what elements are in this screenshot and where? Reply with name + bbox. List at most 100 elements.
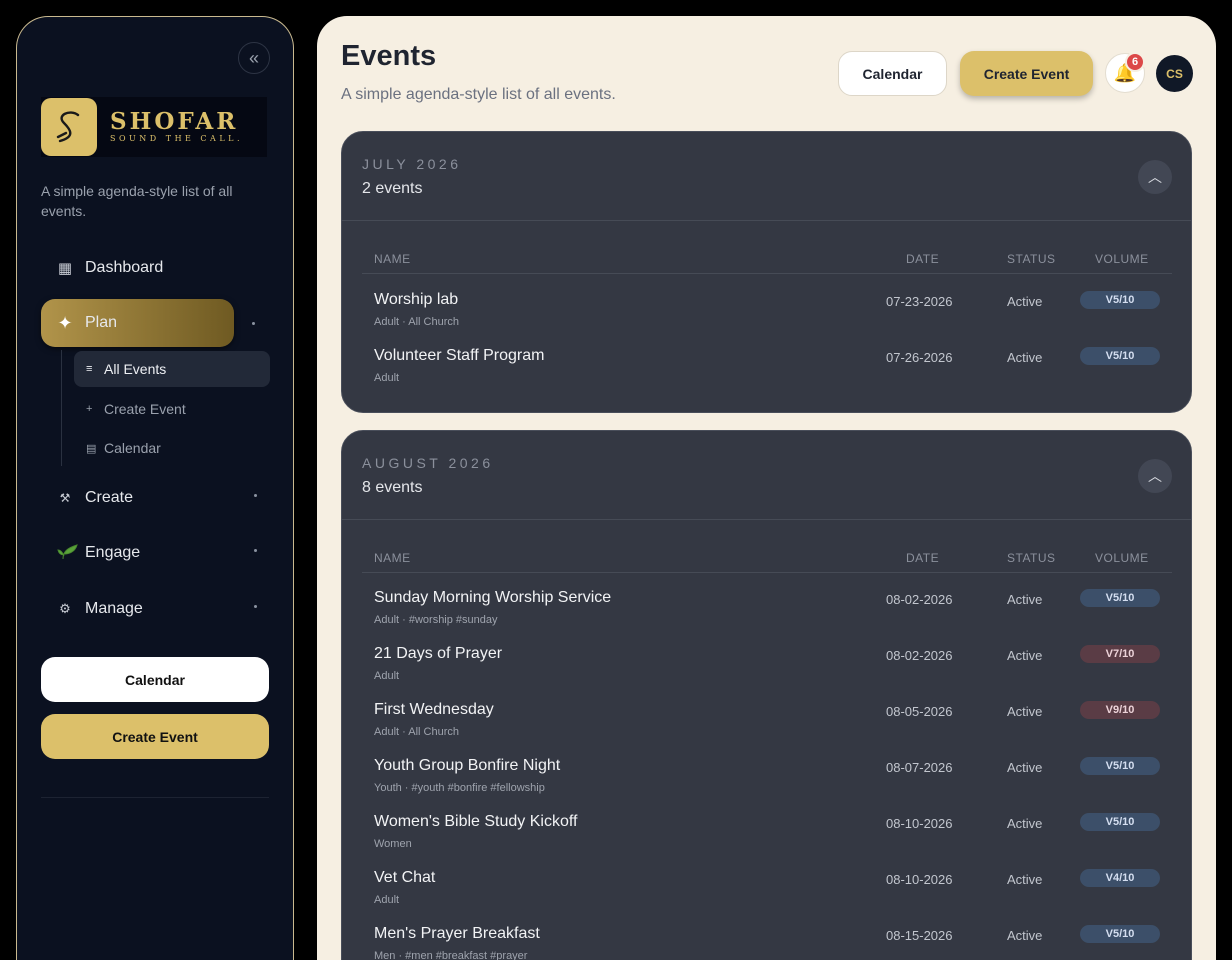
volume-badge: V7/10 — [1080, 645, 1160, 663]
gear-icon: ⚙ — [59, 601, 71, 616]
collapse-sidebar-button[interactable]: « — [238, 42, 270, 74]
event-status: Active — [1007, 872, 1043, 887]
chevron-up-icon: ︿ — [1148, 468, 1162, 484]
col-name: NAME — [374, 252, 411, 266]
expand-indicator-dot — [252, 322, 255, 325]
volume-badge: V5/10 — [1080, 589, 1160, 607]
calendar-icon: ▤ — [86, 442, 97, 455]
table-row[interactable]: Worship lab Adult · All Church 07-23-202… — [362, 291, 1172, 347]
sidebar-calendar-button[interactable]: Calendar — [41, 657, 269, 702]
month-group-july: JULY 2026 2 events ︿ NAME DATE STATUS VO… — [341, 131, 1192, 413]
sub-item-calendar[interactable]: ▤ Calendar — [74, 430, 270, 466]
month-group-header[interactable]: AUGUST 2026 8 events ︿ — [342, 431, 1191, 520]
event-status: Active — [1007, 350, 1043, 365]
volume-badge: V5/10 — [1080, 347, 1160, 365]
collapse-group-button[interactable]: ︿ — [1138, 160, 1172, 194]
nav-label: Plan — [85, 314, 118, 331]
event-meta: Adult — [374, 670, 400, 682]
grid-icon: ▦ — [57, 260, 73, 277]
nav-item-plan[interactable]: ✦ Plan — [41, 299, 234, 347]
header-calendar-button[interactable]: Calendar — [838, 51, 947, 96]
expand-indicator-dot — [254, 549, 257, 552]
event-count: 2 events — [362, 180, 423, 197]
volume-badge: V5/10 — [1080, 291, 1160, 309]
event-date: 08-07-2026 — [886, 760, 953, 775]
notification-count-badge: 6 — [1125, 52, 1145, 72]
event-date: 07-23-2026 — [886, 294, 953, 309]
expand-indicator-dot — [254, 494, 257, 497]
event-name: Worship lab — [374, 291, 459, 308]
brand-logo[interactable]: SHOFAR SOUND THE CALL. — [41, 97, 267, 157]
event-meta: Youth · #youth #bonfire #fellowship — [374, 782, 545, 794]
event-status: Active — [1007, 592, 1043, 607]
event-name: Volunteer Staff Program — [374, 347, 545, 364]
event-status: Active — [1007, 760, 1043, 775]
event-meta: Adult — [374, 894, 400, 906]
table-row[interactable]: First Wednesday Adult · All Church 08-05… — [362, 701, 1172, 757]
collapse-group-button[interactable]: ︿ — [1138, 459, 1172, 493]
event-date: 08-10-2026 — [886, 872, 953, 887]
nav-item-create[interactable]: ⚒ Create — [41, 474, 269, 522]
header-create-event-button[interactable]: Create Event — [960, 51, 1093, 96]
shofar-s-icon — [56, 111, 80, 143]
page-title: Events — [341, 40, 437, 72]
table-row[interactable]: Sunday Morning Worship Service Adult · #… — [362, 589, 1172, 645]
event-date: 07-26-2026 — [886, 350, 953, 365]
sidebar-subtitle: A simple agenda-style list of all events… — [41, 183, 233, 219]
col-status: STATUS — [1007, 551, 1056, 565]
double-chevron-left-icon: « — [248, 47, 259, 68]
col-volume: VOLUME — [1095, 252, 1149, 266]
brand-tagline: SOUND THE CALL. — [110, 134, 243, 143]
event-name: Vet Chat — [374, 869, 436, 886]
event-name: First Wednesday — [374, 701, 494, 718]
sparkle-icon: ✦ — [57, 312, 73, 333]
event-name: 21 Days of Prayer — [374, 645, 503, 662]
event-status: Active — [1007, 816, 1043, 831]
volume-badge: V5/10 — [1080, 813, 1160, 831]
brand-name: SHOFAR — [110, 108, 239, 135]
event-status: Active — [1007, 294, 1043, 309]
user-avatar[interactable]: CS — [1156, 55, 1193, 92]
month-group-header[interactable]: JULY 2026 2 events ︿ — [342, 132, 1191, 221]
event-date: 08-15-2026 — [886, 928, 953, 943]
nav-item-manage[interactable]: ⚙ Manage — [41, 585, 269, 633]
nav-label: Dashboard — [85, 259, 164, 276]
event-meta: Adult — [374, 372, 400, 384]
col-date: DATE — [906, 252, 940, 266]
event-meta: Adult · All Church — [374, 726, 459, 738]
event-name: Sunday Morning Worship Service — [374, 589, 612, 606]
plus-icon: + — [86, 403, 93, 415]
sub-item-all-events[interactable]: ≡ All Events — [74, 351, 270, 387]
event-status: Active — [1007, 648, 1043, 663]
event-meta: Men · #men #breakfast #prayer — [374, 950, 528, 960]
event-status: Active — [1007, 704, 1043, 719]
nav-item-dashboard[interactable]: ▦ Dashboard — [41, 244, 269, 292]
table-row[interactable]: Men's Prayer Breakfast Men · #men #break… — [362, 925, 1172, 960]
table-row[interactable]: Women's Bible Study Kickoff Women 08-10-… — [362, 813, 1172, 869]
volume-badge: V4/10 — [1080, 869, 1160, 887]
table-row[interactable]: Volunteer Staff Program Adult 07-26-2026… — [362, 347, 1172, 403]
nav-item-engage[interactable]: Engage — [41, 529, 269, 577]
event-date: 08-10-2026 — [886, 816, 953, 831]
table-row[interactable]: 21 Days of Prayer Adult 08-02-2026 Activ… — [362, 645, 1172, 701]
event-date: 08-05-2026 — [886, 704, 953, 719]
hammer-icon: ⚒ — [59, 491, 71, 505]
sub-item-create-event[interactable]: + Create Event — [74, 391, 270, 427]
table-row[interactable]: Youth Group Bonfire Night Youth · #youth… — [362, 757, 1172, 813]
list-icon: ≡ — [86, 363, 93, 375]
page-subtitle: A simple agenda-style list of all events… — [341, 86, 616, 103]
volume-badge: V5/10 — [1080, 925, 1160, 943]
table-row[interactable]: Vet Chat Adult 08-10-2026 Active V4/10 — [362, 869, 1172, 925]
event-name: Youth Group Bonfire Night — [374, 757, 561, 774]
sprout-icon — [57, 542, 78, 564]
col-status: STATUS — [1007, 252, 1056, 266]
sidebar-create-event-button[interactable]: Create Event — [41, 714, 269, 759]
event-status: Active — [1007, 928, 1043, 943]
event-date: 08-02-2026 — [886, 592, 953, 607]
volume-badge: V5/10 — [1080, 757, 1160, 775]
main-content: Events A simple agenda-style list of all… — [317, 16, 1216, 960]
submenu-guide-line — [61, 350, 62, 466]
sidebar-divider — [41, 797, 269, 798]
col-name: NAME — [374, 551, 411, 565]
month-label: JULY 2026 — [362, 156, 462, 172]
